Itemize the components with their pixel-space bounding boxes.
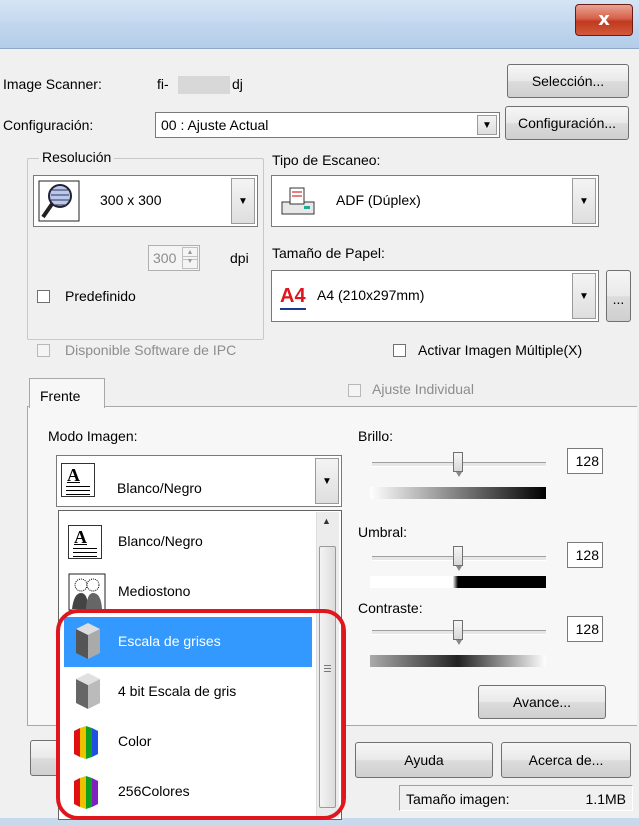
contrast-value[interactable]: 128 xyxy=(567,616,603,642)
threshold-value[interactable]: 128 xyxy=(567,542,603,568)
individual-checkbox[interactable] xyxy=(348,384,361,397)
scanner-icon xyxy=(281,187,315,215)
resolution-group-label: Resolución xyxy=(39,149,115,165)
text-document-icon: A xyxy=(68,525,102,559)
dpi-label: dpi xyxy=(230,250,249,266)
contrast-gradient xyxy=(370,655,546,667)
magnifier-icon xyxy=(38,180,80,222)
scan-type-value: ADF (Dúplex) xyxy=(336,192,421,208)
scanner-value-suffix: dj xyxy=(232,76,243,92)
close-icon: x xyxy=(598,9,610,30)
brightness-label: Brillo: xyxy=(358,428,394,444)
multi-image-label: Activar Imagen Múltiple(X) xyxy=(418,342,583,358)
contrast-label: Contraste: xyxy=(358,600,423,616)
scan-type-label: Tipo de Escaneo: xyxy=(272,152,381,168)
scanner-label: Image Scanner: xyxy=(3,76,102,92)
mode-label: Modo Imagen: xyxy=(48,428,138,444)
chevron-down-icon[interactable]: ▼ xyxy=(572,273,596,319)
mode-option-bw[interactable]: A Blanco/Negro xyxy=(64,517,312,567)
spin-down-icon[interactable]: ▼ xyxy=(182,256,198,269)
contrast-slider-thumb[interactable] xyxy=(453,620,463,645)
close-button[interactable]: x xyxy=(575,4,633,36)
about-button[interactable]: Acerca de... xyxy=(501,742,631,778)
predefined-checkbox[interactable] xyxy=(37,290,50,303)
predefined-label: Predefinido xyxy=(65,288,136,304)
ipc-checkbox[interactable] xyxy=(37,344,50,357)
brightness-value[interactable]: 128 xyxy=(567,448,603,474)
advance-button[interactable]: Avance... xyxy=(478,685,606,719)
resolution-spinbox[interactable]: 300 ▲ ▼ xyxy=(148,245,200,271)
threshold-slider-thumb[interactable] xyxy=(453,546,463,571)
multi-image-checkbox[interactable] xyxy=(393,344,406,357)
tab-front[interactable]: Frente xyxy=(29,378,105,408)
redacted-model xyxy=(178,76,230,94)
chevron-down-icon[interactable]: ▼ xyxy=(572,178,596,224)
title-bar: x xyxy=(0,0,639,49)
mode-option-label: Blanco/Negro xyxy=(118,533,203,549)
select-button[interactable]: Selección... xyxy=(507,64,629,98)
config-value: 00 : Ajuste Actual xyxy=(161,117,269,133)
individual-label: Ajuste Individual xyxy=(372,381,474,397)
paper-size-select[interactable]: A4 A4 (210x297mm) ▼ xyxy=(271,270,599,322)
resolution-value: 300 x 300 xyxy=(100,192,162,208)
resolution-spin-value: 300 xyxy=(153,250,177,266)
configuration-button[interactable]: Configuración... xyxy=(505,106,629,140)
config-select[interactable]: 00 : Ajuste Actual ▼ xyxy=(155,112,500,138)
paper-size-label: Tamaño de Papel: xyxy=(272,245,385,261)
scroll-up-icon[interactable]: ▲ xyxy=(322,516,331,526)
mode-select[interactable]: A Blanco/Negro ▼ xyxy=(56,455,342,507)
people-halftone-icon xyxy=(68,573,106,611)
brightness-slider-thumb[interactable] xyxy=(453,452,463,477)
threshold-gradient xyxy=(370,576,546,588)
mode-option-label: Mediostono xyxy=(118,583,191,599)
mode-value: Blanco/Negro xyxy=(117,480,202,496)
image-size-value: 1.1MB xyxy=(585,791,626,807)
scan-type-select[interactable]: ADF (Dúplex) ▼ xyxy=(271,175,599,227)
image-size-label: Tamaño imagen: xyxy=(406,791,510,807)
threshold-label: Umbral: xyxy=(358,524,408,540)
a4-icon: A4 xyxy=(280,285,306,310)
highlight-annotation xyxy=(56,609,346,820)
status-bar: Tamaño imagen: 1.1MB xyxy=(399,785,633,811)
brightness-gradient xyxy=(370,487,546,499)
chevron-down-icon[interactable]: ▼ xyxy=(315,458,339,504)
ipc-label: Disponible Software de IPC xyxy=(65,342,237,358)
paper-more-button[interactable]: ... xyxy=(606,270,631,322)
resolution-select[interactable]: 300 x 300 ▼ xyxy=(33,175,258,227)
text-document-icon: A xyxy=(61,463,95,497)
chevron-down-icon[interactable]: ▼ xyxy=(231,178,255,224)
chevron-down-icon[interactable]: ▼ xyxy=(477,115,497,135)
config-label: Configuración: xyxy=(3,117,94,133)
paper-size-value: A4 (210x297mm) xyxy=(317,287,425,303)
help-button[interactable]: Ayuda xyxy=(355,742,493,778)
scanner-value-prefix: fi- xyxy=(157,76,169,92)
tab-front-label: Frente xyxy=(40,388,81,404)
